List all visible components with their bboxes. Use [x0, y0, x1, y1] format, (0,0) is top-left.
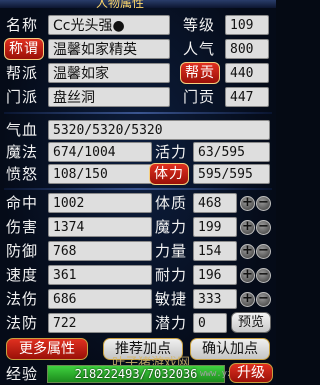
minus-button[interactable]: −	[256, 244, 271, 259]
plus-button[interactable]: +	[240, 268, 255, 283]
vigor-field: 63/595	[193, 142, 270, 162]
more-attributes-button[interactable]: 更多属性	[6, 338, 88, 360]
title-field: 温馨如家精英	[48, 39, 170, 59]
stamina-button[interactable]: 体力	[149, 163, 189, 185]
clan-label: 帮派	[6, 64, 39, 82]
attr-value-potential: 0	[193, 313, 227, 333]
popularity-label: 人气	[183, 40, 216, 58]
mp-field: 674/1004	[48, 142, 152, 162]
plus-button[interactable]: +	[240, 196, 255, 211]
stat-label-damage: 伤害	[6, 218, 39, 236]
attr-value-strength: 154	[193, 241, 237, 261]
stat-value-damage: 1374	[48, 217, 152, 237]
stamina-field: 595/595	[193, 164, 270, 184]
anger-label: 愤怒	[6, 165, 39, 183]
name-label: 名称	[6, 16, 39, 34]
vigor-label: 活力	[155, 143, 188, 161]
experience-label: 经验	[6, 365, 39, 383]
stat-value-speed: 361	[48, 265, 152, 285]
sect-contribution-field: 447	[225, 87, 269, 107]
stat-label-defense: 防御	[6, 242, 39, 260]
stat-label-spell-damage: 法伤	[6, 290, 39, 308]
sect-contribution-label: 门贡	[183, 88, 216, 106]
attr-label-endurance: 耐力	[155, 266, 188, 284]
hp-field: 5320/5320/5320	[48, 120, 270, 140]
stat-value-defense: 768	[48, 241, 152, 261]
hp-label: 气血	[6, 121, 39, 139]
attr-label-agility: 敏捷	[155, 290, 188, 308]
divider	[4, 188, 272, 190]
attr-label-potential: 潜力	[155, 314, 188, 332]
minus-button[interactable]: −	[256, 220, 271, 235]
stat-label-speed: 速度	[6, 266, 39, 284]
stat-value-spell-damage: 686	[48, 289, 152, 309]
plus-button[interactable]: +	[240, 292, 255, 307]
attr-label-constitution: 体质	[155, 194, 188, 212]
attr-value-constitution: 468	[193, 193, 237, 213]
mp-label: 魔法	[6, 143, 39, 161]
popularity-field: 800	[225, 39, 269, 59]
plus-button[interactable]: +	[240, 220, 255, 235]
experience-bar: 218222493/7032036	[47, 365, 225, 383]
minus-button[interactable]: −	[256, 292, 271, 307]
level-field: 109	[225, 15, 269, 35]
minus-button[interactable]: −	[256, 268, 271, 283]
name-field: Cc光头强●	[48, 15, 170, 35]
divider	[4, 112, 272, 114]
contribution-button[interactable]: 帮贡	[180, 62, 220, 84]
clan-field: 温馨如家	[48, 63, 170, 83]
plus-button[interactable]: +	[240, 244, 255, 259]
stat-value-spell-defense: 722	[48, 313, 152, 333]
sect-label: 门派	[6, 88, 39, 106]
attr-label-magic: 魔力	[155, 218, 188, 236]
character-attributes-panel: 名称 Cc光头强● 等级 109 称谓 温馨如家精英 人气 800 帮派 温馨如…	[0, 8, 276, 384]
attr-value-agility: 333	[193, 289, 237, 309]
level-label: 等级	[183, 16, 216, 34]
contribution-field: 440	[225, 63, 269, 83]
confirm-points-button[interactable]: 确认加点	[190, 338, 270, 360]
sect-field: 盘丝洞	[48, 87, 170, 107]
attr-value-magic: 199	[193, 217, 237, 237]
stat-label-spell-defense: 法防	[6, 314, 39, 332]
stat-label-hit: 命中	[6, 194, 39, 212]
title-button[interactable]: 称谓	[4, 38, 44, 60]
anger-field: 108/150	[48, 164, 152, 184]
stat-value-hit: 1002	[48, 193, 152, 213]
attr-label-strength: 力量	[155, 242, 188, 260]
minus-button[interactable]: −	[256, 196, 271, 211]
attr-value-endurance: 196	[193, 265, 237, 285]
upgrade-button[interactable]: 升级	[229, 363, 273, 383]
preview-button[interactable]: 预览	[231, 312, 271, 333]
experience-value: 218222493/7032036	[74, 367, 198, 381]
